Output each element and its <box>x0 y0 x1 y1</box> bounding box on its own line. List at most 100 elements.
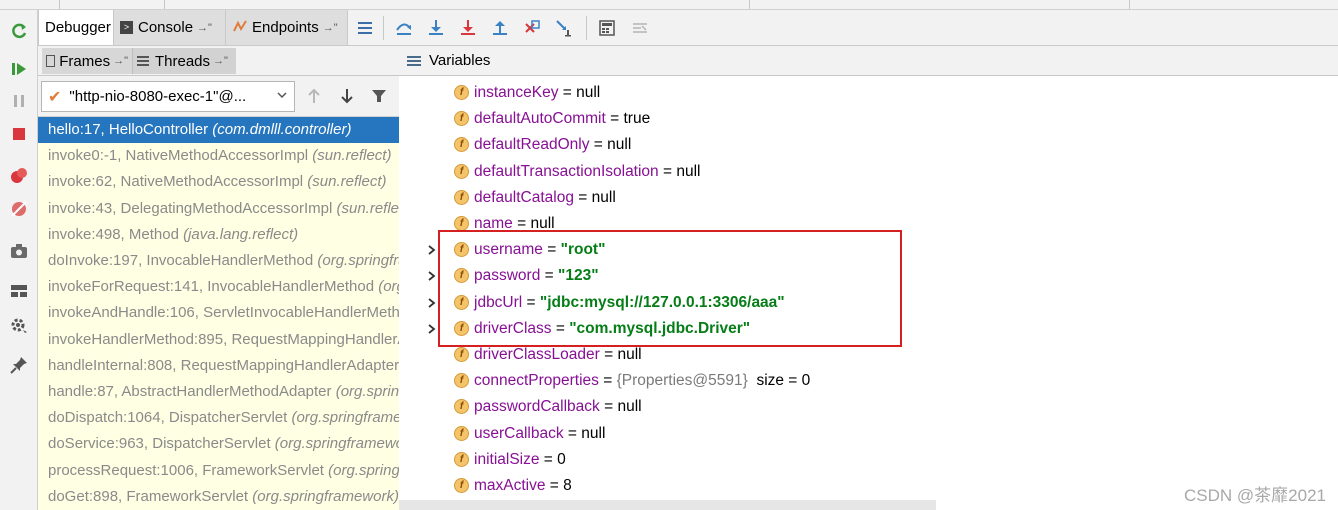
frame-item[interactable]: invoke:43, DelegatingMethodAccessorImpl … <box>38 196 399 222</box>
resume-icon[interactable] <box>8 58 30 80</box>
chevron-right-icon[interactable] <box>427 323 439 335</box>
tab-console-pin[interactable]: →" <box>197 22 212 34</box>
stop-icon[interactable] <box>8 123 30 145</box>
variable-text: username = "root" <box>474 237 605 263</box>
filter-icon[interactable] <box>368 85 390 107</box>
editor-tab-fragment[interactable] <box>750 0 1130 9</box>
variable-row[interactable]: f password = "123" <box>399 263 1338 289</box>
variable-row[interactable]: f jdbcUrl = "jdbc:mysql://127.0.0.1:3306/… <box>399 290 1338 316</box>
chevron-right-icon[interactable] <box>427 270 439 282</box>
variable-text: defaultTransactionIsolation = null <box>474 159 701 185</box>
frame-item[interactable]: invokeAndHandle:106, ServletInvocableHan… <box>38 300 399 326</box>
horizontal-scrollbar[interactable] <box>399 500 936 510</box>
variable-row[interactable]: f defaultReadOnly = null <box>399 132 1338 158</box>
frame-method: invokeForRequest:141, InvocableHandlerMe… <box>48 278 379 296</box>
frame-item[interactable]: invoke:498, Method (java.lang.reflect) <box>38 222 399 248</box>
thread-selector-row: ✔ "http-nio-8080-exec-1"@... <box>38 76 399 117</box>
variable-value: null <box>530 215 555 232</box>
variable-text: connectProperties = {Properties@5591} si… <box>474 368 810 394</box>
editor-tab-fragment[interactable] <box>165 0 750 9</box>
frame-item[interactable]: doInvoke:197, InvocableHandlerMethod (or… <box>38 248 399 274</box>
variable-row[interactable]: f instanceKey = null <box>399 80 1338 106</box>
watermark: CSDN @茶靡2021 <box>1184 486 1326 505</box>
step-into-icon[interactable] <box>424 16 448 40</box>
variable-row[interactable]: f driverClass = "com.mysql.jdbc.Driver" <box>399 316 1338 342</box>
tab-console[interactable]: > Console →" <box>114 10 226 45</box>
field-icon: f <box>454 189 469 205</box>
arrow-down-icon[interactable] <box>336 85 358 107</box>
console-icon: > <box>120 21 133 34</box>
trace-stream-icon[interactable] <box>628 16 652 40</box>
thread-selector[interactable]: ✔ "http-nio-8080-exec-1"@... <box>41 81 295 112</box>
variable-equals: = <box>658 162 677 180</box>
variable-row[interactable]: f defaultAutoCommit = true <box>399 106 1338 132</box>
chevron-right-icon[interactable] <box>427 244 439 256</box>
variable-text: userCallback = null <box>474 421 605 447</box>
field-icon: f <box>454 163 469 179</box>
frame-item[interactable]: doService:963, DispatcherServlet (org.sp… <box>38 431 399 457</box>
tab-threads-pin[interactable]: →" <box>213 55 228 67</box>
layout-icon[interactable] <box>8 280 30 302</box>
variable-name: defaultCatalog <box>474 188 574 206</box>
variable-row[interactable]: f userCallback = null <box>399 421 1338 447</box>
settings-icon[interactable] <box>8 314 30 336</box>
drop-frame-icon[interactable] <box>520 16 544 40</box>
tab-frames[interactable]: Frames →" <box>42 48 132 74</box>
frame-item[interactable]: handle:87, AbstractHandlerMethodAdapter … <box>38 379 399 405</box>
debug-tabs-toolbar: Debugger > Console →" Endpoints →" <box>38 10 1338 46</box>
tab-debugger[interactable]: Debugger <box>38 10 114 45</box>
evaluate-expression-icon[interactable] <box>595 16 619 40</box>
pause-icon[interactable] <box>8 90 30 112</box>
mute-breakpoints-icon[interactable] <box>8 198 30 220</box>
tab-threads-label: Threads <box>155 52 211 70</box>
variable-equals: = <box>522 293 540 311</box>
step-over-icon[interactable] <box>392 16 416 40</box>
tab-endpoints[interactable]: Endpoints →" <box>226 10 348 45</box>
threads-icon <box>137 54 149 68</box>
tab-frames-label: Frames <box>59 52 111 70</box>
tab-frames-pin[interactable]: →" <box>113 55 128 67</box>
view-breakpoints-icon[interactable] <box>8 165 30 187</box>
chevron-right-icon[interactable] <box>427 297 439 309</box>
step-out-icon[interactable] <box>488 16 512 40</box>
tab-endpoints-pin[interactable]: →" <box>323 22 338 34</box>
field-icon: f <box>454 373 469 389</box>
variable-row[interactable]: f defaultCatalog = null <box>399 185 1338 211</box>
frame-item[interactable]: doDispatch:1064, DispatcherServlet (org.… <box>38 405 399 431</box>
variable-row[interactable]: f username = "root" <box>399 237 1338 263</box>
run-to-cursor-icon[interactable] <box>552 16 576 40</box>
editor-tab-fragment[interactable] <box>60 0 165 9</box>
frame-method: hello:17, HelloController <box>48 121 213 138</box>
force-step-into-icon[interactable] <box>456 16 480 40</box>
frame-item[interactable]: handleInternal:808, RequestMappingHandle… <box>38 353 399 379</box>
frame-item[interactable]: doGet:898, FrameworkServlet (org.springf… <box>38 484 399 510</box>
frame-item[interactable]: invoke0:-1, NativeMethodAccessorImpl (su… <box>38 143 399 169</box>
variable-equals: = <box>539 450 558 468</box>
frame-item[interactable]: processRequest:1006, FrameworkServlet (o… <box>38 458 399 484</box>
variable-row[interactable]: f driverClassLoader = null <box>399 342 1338 368</box>
editor-tab-fragment[interactable] <box>0 0 60 9</box>
variable-equals: = <box>598 372 617 390</box>
debug-side-toolbar <box>0 10 38 510</box>
menu-icon[interactable] <box>353 16 377 40</box>
variable-row[interactable]: f connectProperties = {Properties@5591} s… <box>399 368 1338 394</box>
frame-package: (sun.reflect) <box>307 173 387 191</box>
frame-item[interactable]: invokeForRequest:141, InvocableHandlerMe… <box>38 274 399 300</box>
tab-threads[interactable]: Threads →" <box>132 48 236 74</box>
frame-item[interactable]: invokeHandlerMethod:895, RequestMappingH… <box>38 327 399 353</box>
frame-package: (org.springframework) <box>252 487 399 505</box>
variable-value: null <box>676 162 701 180</box>
rerun-icon[interactable] <box>8 20 30 42</box>
variable-row[interactable]: f initialSize = 0 <box>399 447 1338 473</box>
frame-package: (org.springframework) <box>274 435 399 453</box>
variable-row[interactable]: f defaultTransactionIsolation = null <box>399 159 1338 185</box>
variable-row[interactable]: f passwordCallback = null <box>399 394 1338 420</box>
variable-text: name = null <box>474 211 555 237</box>
variable-row[interactable]: f name = null <box>399 211 1338 237</box>
frame-item[interactable]: invoke:62, NativeMethodAccessorImpl (sun… <box>38 169 399 195</box>
variable-text: password = "123" <box>474 263 599 289</box>
camera-icon[interactable] <box>8 240 30 262</box>
frame-item[interactable]: hello:17, HelloController (com.dmlll.con… <box>38 117 399 143</box>
arrow-up-icon[interactable] <box>303 85 325 107</box>
pin-icon[interactable] <box>8 354 30 376</box>
